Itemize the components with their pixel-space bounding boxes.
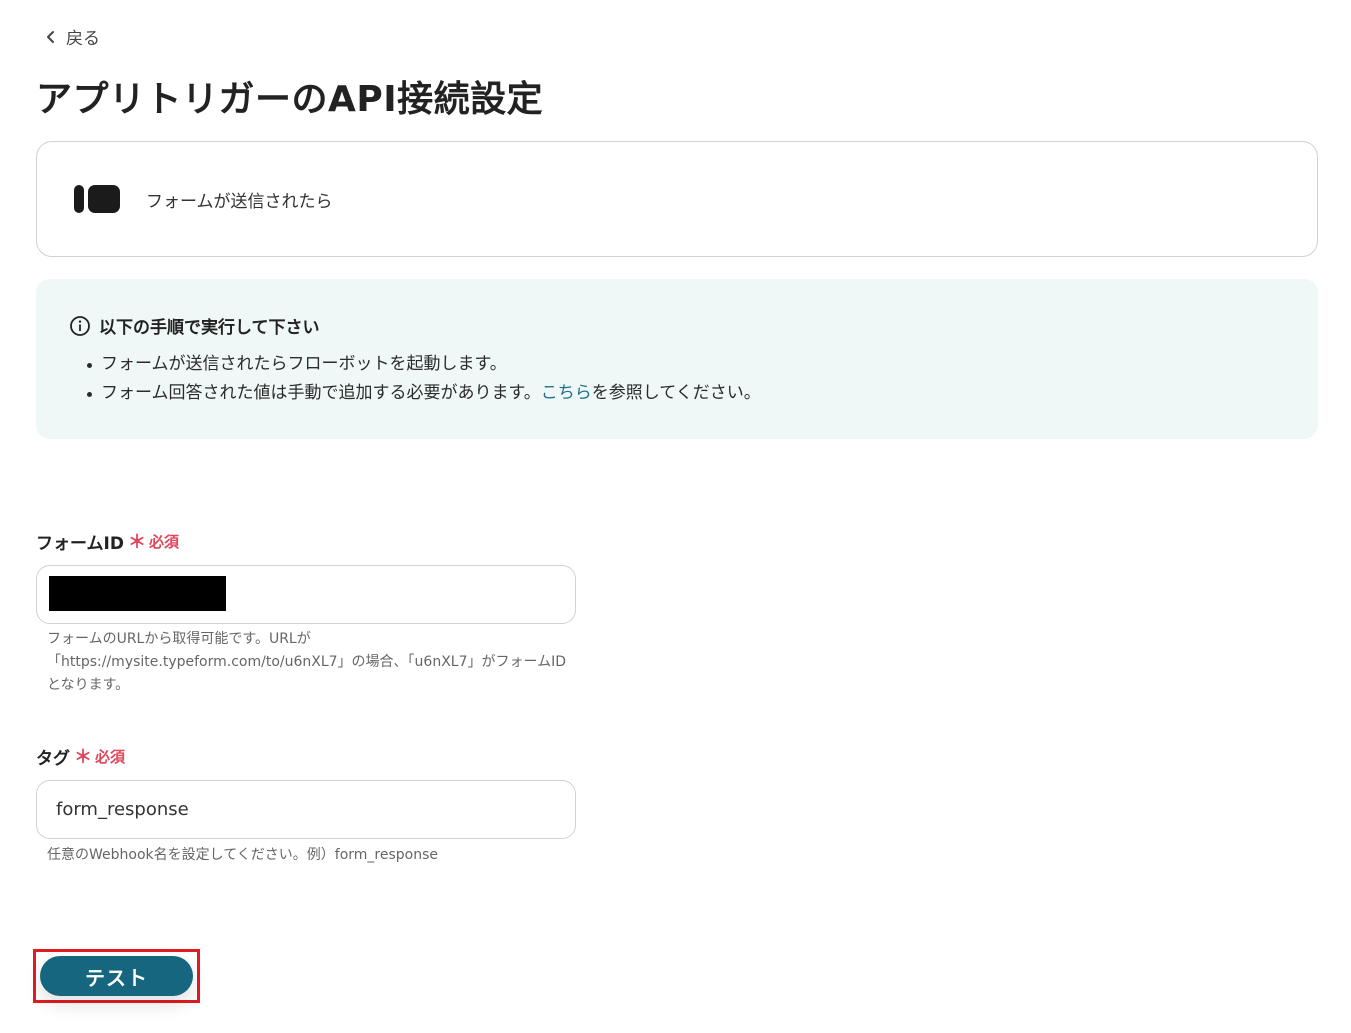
tag-input-value: form_response — [56, 799, 189, 820]
info-panel: 以下の手順で実行して下さい フォームが送信されたらフローボットを起動します。 フ… — [36, 279, 1318, 439]
info-heading-row: 以下の手順で実行して下さい — [69, 313, 1285, 338]
info-item: フォーム回答された値は手動で追加する必要があります。こちらを参照してください。 — [87, 379, 1285, 408]
trigger-label: フォームが送信されたら — [146, 191, 333, 212]
test-button-highlight: テスト — [33, 949, 200, 1003]
typeform-logo-icon — [74, 185, 120, 213]
info-list: フォームが送信されたらフローボットを起動します。 フォーム回答された値は手動で追… — [69, 350, 1285, 408]
redacted-value — [49, 576, 226, 611]
trigger-app-card: フォームが送信されたら — [36, 141, 1318, 257]
test-button[interactable]: テスト — [40, 956, 193, 996]
tag-help: 任意のWebhook名を設定してください。例）form_response — [47, 847, 439, 863]
back-link[interactable]: 戻る — [44, 24, 100, 49]
form-id-label: フォームID ＊必須 — [36, 528, 179, 554]
page-title: アプリトリガーのAPI接続設定 — [36, 79, 544, 120]
required-badge: ＊必須 — [74, 747, 126, 768]
info-heading: 以下の手順で実行して下さい — [99, 318, 320, 338]
tag-label: タグ ＊必須 — [36, 743, 125, 769]
reference-link[interactable]: こちら — [541, 383, 592, 403]
form-id-help: フォームのURLから取得可能です。URLが「https://mysite.typ… — [47, 631, 566, 693]
form-id-input[interactable] — [36, 565, 576, 624]
required-badge: ＊必須 — [127, 532, 179, 553]
info-item: フォームが送信されたらフローボットを起動します。 — [87, 350, 1285, 379]
back-label: 戻る — [66, 29, 100, 49]
info-icon — [70, 315, 90, 336]
tag-input[interactable]: form_response — [36, 780, 576, 839]
chevron-left-icon — [47, 30, 54, 43]
